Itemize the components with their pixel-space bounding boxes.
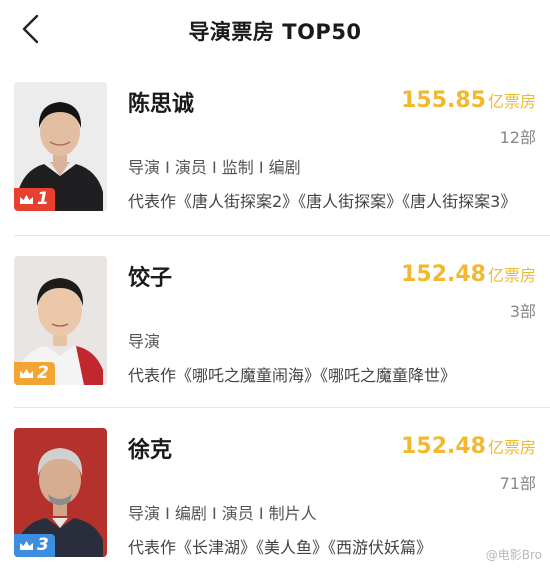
- avatar: 2: [14, 256, 107, 385]
- director-roles: 导演 I 编剧 I 演员 I 制片人: [128, 504, 317, 523]
- rank-badge: 1: [14, 188, 55, 211]
- box-office-unit: 亿票房: [487, 92, 536, 111]
- rank-badge: 2: [14, 362, 55, 385]
- box-office-value: 152.48: [401, 262, 486, 287]
- list-item[interactable]: 1 陈思诚 155.85 亿票房 12部 导演 I 演员 I 监制 I 编剧 代表…: [0, 62, 550, 236]
- representative-works: 代表作《唐人街探案2》《唐人街探案》《唐人街探案3》: [128, 192, 517, 211]
- box-office-value: 155.85: [401, 88, 486, 113]
- top-bar: 导演票房 TOP50: [0, 0, 550, 62]
- rank-number: 1: [37, 189, 49, 209]
- director-name: 徐克: [128, 438, 173, 463]
- director-roles: 导演 I 演员 I 监制 I 编剧: [128, 158, 301, 177]
- representative-works: 代表作《长津湖》《美人鱼》《西游伏妖篇》: [128, 538, 433, 557]
- representative-works: 代表作《哪吒之魔童闹海》《哪吒之魔童降世》: [128, 366, 457, 385]
- list-item[interactable]: 2 饺子 152.48 亿票房 3部 导演 代表作《哪吒之魔童闹海》《哪吒之魔童降…: [0, 236, 550, 410]
- film-count: 71部: [499, 474, 536, 493]
- box-office-unit: 亿票房: [487, 438, 536, 457]
- page-title: 导演票房 TOP50: [188, 20, 362, 44]
- film-count: 3部: [509, 302, 536, 321]
- crown-icon: [20, 194, 33, 204]
- box-office: 152.48 亿票房: [401, 434, 536, 459]
- crown-icon: [20, 540, 33, 550]
- watermark: @电影Bro: [485, 548, 542, 562]
- crown-icon: [20, 368, 33, 378]
- director-name: 陈思诚: [128, 92, 195, 117]
- rank-number: 2: [37, 363, 49, 383]
- film-count: 12部: [499, 128, 536, 147]
- rank-badge: 3: [14, 534, 55, 557]
- list-item[interactable]: 3 徐克 152.48 亿票房 71部 导演 I 编剧 I 演员 I 制片人 代表…: [0, 408, 550, 582]
- rank-number: 3: [37, 535, 49, 555]
- box-office: 152.48 亿票房: [401, 262, 536, 287]
- box-office-value: 152.48: [401, 434, 486, 459]
- box-office-unit: 亿票房: [487, 266, 536, 285]
- avatar: 3: [14, 428, 107, 557]
- director-name: 饺子: [128, 266, 173, 291]
- avatar: 1: [14, 82, 107, 211]
- director-roles: 导演: [128, 332, 161, 351]
- box-office: 155.85 亿票房: [401, 88, 536, 113]
